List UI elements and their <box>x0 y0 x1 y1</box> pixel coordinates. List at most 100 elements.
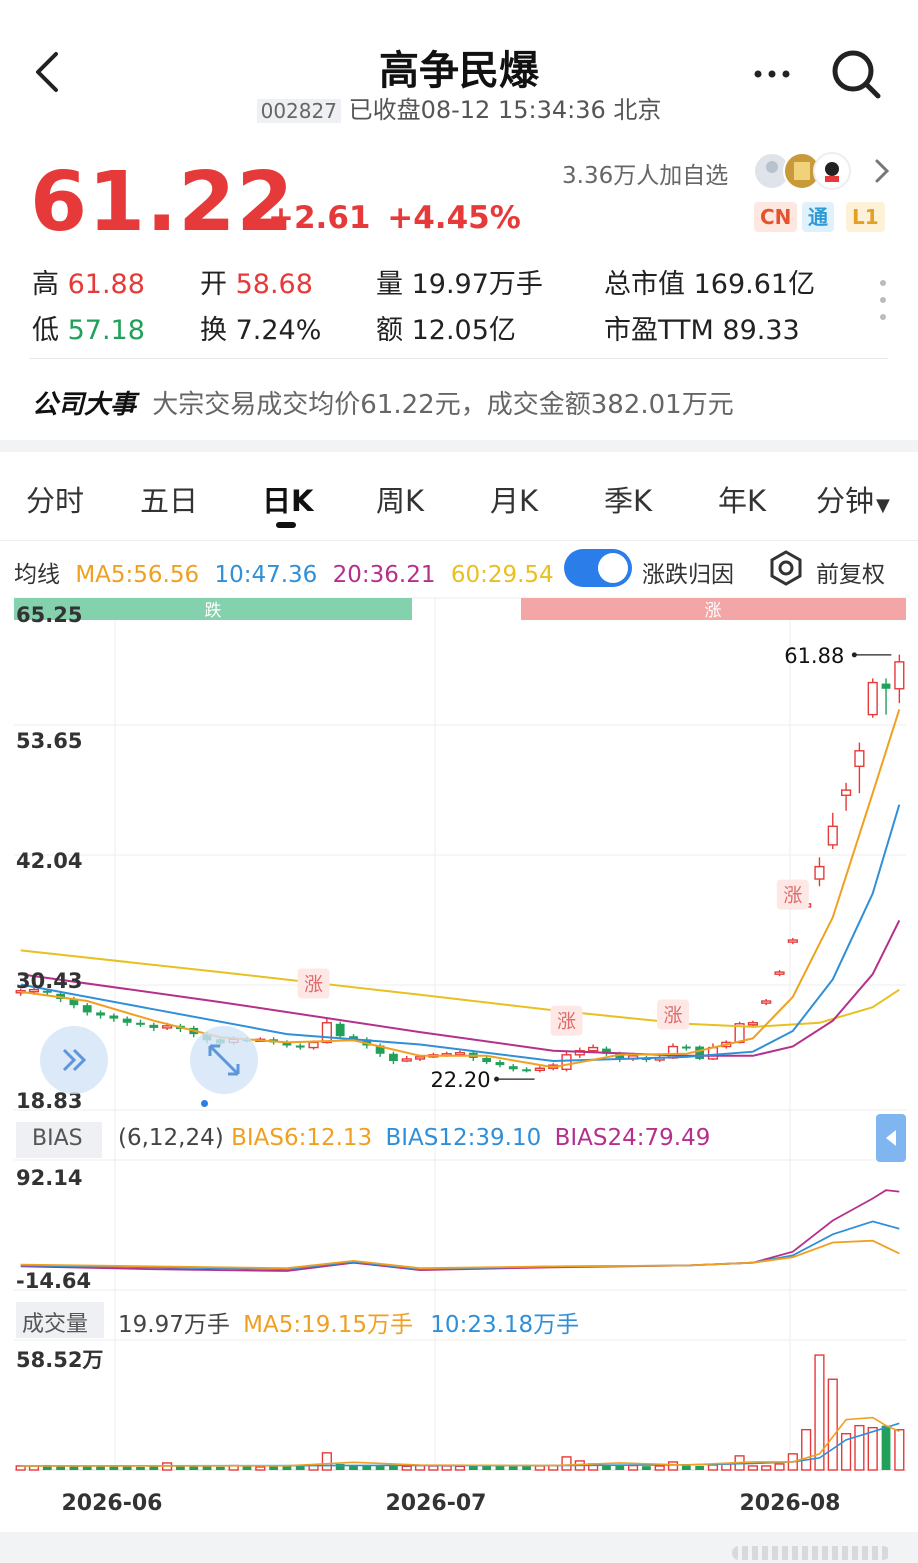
candle-body-up <box>588 1046 599 1052</box>
tab-monthly-k[interactable]: 月K <box>490 478 538 520</box>
badge-l1: L1 <box>846 202 885 232</box>
candle-body-down <box>495 1062 505 1066</box>
volume-bar-down <box>215 1466 225 1470</box>
candle-body-down <box>136 1022 145 1025</box>
tab-daily-k[interactable]: 日K <box>262 478 313 520</box>
volume-bar-up <box>761 1465 772 1471</box>
volume-bar-down <box>69 1466 79 1470</box>
search-icon[interactable] <box>828 46 884 102</box>
volume-bar-up <box>654 1465 665 1471</box>
ma60-line <box>20 949 900 1028</box>
volume-bar-up <box>401 1465 412 1471</box>
bias12-value: BIAS12:39.10 <box>385 1125 542 1151</box>
change-amount: +2.61 <box>268 200 371 236</box>
market-status: 已收盘08-12 15:34:36 北京 <box>348 96 662 124</box>
stat-market-cap: 总市值 169.61亿 <box>604 262 815 301</box>
candle-body-up <box>414 1056 426 1060</box>
stat-pe-ttm: 市盈TTM 89.33 <box>604 308 800 347</box>
volume-ma5: MA5:19.15万手 <box>243 1312 413 1338</box>
volume-bar-down <box>389 1465 398 1470</box>
candle-body-down <box>109 1015 119 1019</box>
ma60-value: 60:29.54 <box>450 562 554 588</box>
bias-label: BIAS <box>32 1126 83 1151</box>
volume-bar-up <box>561 1456 572 1471</box>
volume-bar-down <box>522 1465 531 1470</box>
down-region-label: 跌 <box>205 601 222 621</box>
fast-forward-button[interactable] <box>40 1026 108 1094</box>
candle-body-up <box>894 661 905 690</box>
volume-bar-down <box>881 1425 891 1470</box>
volume-bar-up <box>867 1426 878 1471</box>
candle-body-up <box>854 750 865 768</box>
news-label: 公司大事 <box>32 390 137 420</box>
candle-body-down <box>82 1005 92 1013</box>
vertical-more-icon[interactable] <box>878 278 888 322</box>
stat-label: 换 <box>200 315 227 346</box>
chevron-right-icon[interactable] <box>872 158 892 184</box>
stat-value: 57.18 <box>67 315 145 346</box>
attribution-toggle[interactable] <box>564 549 632 587</box>
ma-legend: 均线 MA5:56.56 10:47.36 20:36.21 60:29.54 <box>14 555 554 589</box>
bias12-line <box>20 1220 900 1271</box>
stat-label: 低 <box>32 315 59 346</box>
tab-weekly-k[interactable]: 周K <box>376 478 424 520</box>
stat-label: 额 <box>376 315 403 346</box>
date-axis-label: 2026-07 <box>386 1491 487 1516</box>
event-marker-label: 涨 <box>664 1005 683 1027</box>
event-marker-label: 涨 <box>304 973 323 995</box>
candle-body-up <box>321 1022 332 1044</box>
bias-legend: (6,12,24) BIAS6:12.13 BIAS12:39.10 BIAS2… <box>118 1125 710 1151</box>
followers-count[interactable]: 3.36万人加自选 <box>562 156 728 190</box>
tab-minute[interactable]: 分钟 ▼ <box>816 478 890 520</box>
avatar-group[interactable] <box>752 150 852 192</box>
candle-body-up <box>747 1022 758 1026</box>
volume-bar-up <box>801 1428 812 1471</box>
tab-yearly-k[interactable]: 年K <box>718 478 766 520</box>
expand-button[interactable] <box>190 1026 258 1094</box>
tab-intraday[interactable]: 分时 <box>26 478 84 520</box>
high-pointer-dot <box>851 652 857 658</box>
volume-bar-up <box>827 1378 838 1471</box>
candle-body-down <box>881 683 891 689</box>
scroll-dot <box>201 1100 208 1107</box>
candle-body-down <box>508 1066 518 1070</box>
stat-label: 高 <box>32 269 59 300</box>
kline-chart[interactable]: 跌涨 58.52万 涨涨 涨涨 92.14-14.64 65.2553.6542.… <box>0 594 918 1534</box>
candle-body-down <box>389 1053 398 1062</box>
stat-value: 61.88 <box>67 269 145 300</box>
bottom-scrollbar[interactable] <box>732 1546 890 1560</box>
price-change: +2.61 +4.45% <box>268 200 521 236</box>
candle-body-up <box>454 1052 466 1056</box>
collapse-panel-button[interactable] <box>876 1114 906 1162</box>
tab-five-day[interactable]: 五日 <box>140 478 198 520</box>
ma-label: 均线 <box>14 562 60 588</box>
settings-hex-icon[interactable] <box>768 550 804 586</box>
bias-axis-min: -14.64 <box>16 1269 91 1293</box>
stat-volume: 量 19.97万手 <box>376 262 543 301</box>
volume-bar-up <box>627 1464 639 1471</box>
stat-label: 开 <box>200 269 227 300</box>
tab-quarterly-k[interactable]: 季K <box>604 478 652 520</box>
candle-body-up <box>774 971 785 975</box>
volume-bar-up <box>774 1463 785 1471</box>
volume-bar-up <box>707 1464 719 1471</box>
volume-bar-up <box>667 1461 679 1471</box>
candle-body-down <box>522 1069 531 1072</box>
ma5-line <box>20 709 901 1069</box>
adjust-mode[interactable]: 前复权 <box>816 555 885 589</box>
date-axis-label: 2026-06 <box>62 1491 163 1516</box>
volume-bar-up <box>747 1465 758 1471</box>
volume-bar-down <box>468 1465 478 1470</box>
company-news[interactable]: 公司大事 大宗交易成交均价61.22元，成交金额382.01万元 <box>32 384 734 421</box>
bias-axis-max: 92.14 <box>16 1166 82 1190</box>
candle-body-up <box>787 939 798 943</box>
volume-label: 成交量 <box>22 1312 89 1337</box>
change-percent: +4.45% <box>387 200 521 236</box>
volume-bar-down <box>695 1465 705 1470</box>
tab-minute-label: 分钟 <box>816 484 875 518</box>
bias6-line <box>20 1239 900 1270</box>
price-axis-label: 65.25 <box>16 603 82 627</box>
more-icon[interactable] <box>750 64 794 84</box>
ma20-value: 20:36.21 <box>332 562 436 588</box>
up-region-label: 涨 <box>705 601 722 621</box>
